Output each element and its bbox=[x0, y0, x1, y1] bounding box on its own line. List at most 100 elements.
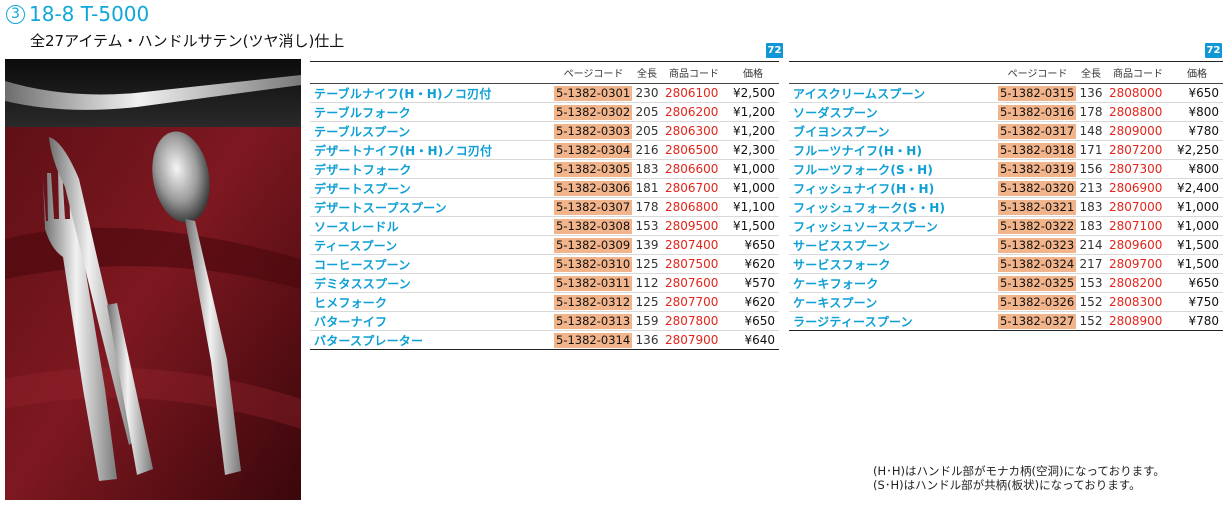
length: 178 bbox=[633, 197, 661, 217]
page-code-value: 5-1382-0306 bbox=[554, 180, 633, 196]
page-tag-right: 72 bbox=[1205, 43, 1222, 58]
page-code-value: 5-1382-0316 bbox=[998, 104, 1077, 120]
note-sh: (S･H)はハンドル部が共柄(板状)になっております。 bbox=[873, 478, 1141, 492]
length: 152 bbox=[1077, 311, 1105, 331]
item-name: ヒメフォーク bbox=[310, 292, 554, 312]
item-name: ブイヨンスプーン bbox=[789, 121, 998, 141]
item-name: ティースプーン bbox=[310, 235, 554, 255]
page-code: 5-1382-0305 bbox=[554, 159, 633, 179]
price: ¥570 bbox=[727, 273, 779, 293]
length: 148 bbox=[1077, 121, 1105, 141]
item-name: ソースレードル bbox=[310, 216, 554, 236]
item-name: デミタススプーン bbox=[310, 273, 554, 293]
page-code-value: 5-1382-0305 bbox=[554, 161, 633, 177]
page-code: 5-1382-0313 bbox=[554, 311, 633, 331]
page-code: 5-1382-0319 bbox=[998, 159, 1077, 179]
table-row: デザートナイフ(H・H)ノコ刃付 5-1382-0304 216 2806500 ¥2,… bbox=[310, 140, 779, 160]
product-code: 2808000 bbox=[1105, 83, 1171, 103]
price: ¥650 bbox=[1171, 83, 1223, 103]
product-code: 2807700 bbox=[661, 292, 727, 312]
table-row: サービススプーン 5-1382-0323 214 2809600 ¥1,500 bbox=[789, 235, 1223, 255]
table-row: ブイヨンスプーン 5-1382-0317 148 2809000 ¥780 bbox=[789, 121, 1223, 141]
price: ¥800 bbox=[1171, 159, 1223, 179]
price: ¥1,500 bbox=[727, 216, 779, 236]
item-name: ソーダスプーン bbox=[789, 102, 998, 122]
col-product-code: 商品コード bbox=[661, 61, 727, 84]
page-code: 5-1382-0316 bbox=[998, 102, 1077, 122]
product-table-left: ページコード 全長 商品コード 価格 テーブルナイフ(H・H)ノコ刃付 5-138… bbox=[310, 61, 779, 350]
item-name: テーブルスプーン bbox=[310, 121, 554, 141]
product-code: 2809500 bbox=[661, 216, 727, 236]
page-code: 5-1382-0321 bbox=[998, 197, 1077, 217]
table-row: ケーキフォーク 5-1382-0325 153 2808200 ¥650 bbox=[789, 273, 1223, 293]
col-length: 全長 bbox=[1077, 61, 1105, 84]
item-name: デザートスープスプーン bbox=[310, 197, 554, 217]
page-code-value: 5-1382-0319 bbox=[998, 161, 1077, 177]
table-row: フルーツナイフ(H・H) 5-1382-0318 171 2807200 ¥2,250 bbox=[789, 140, 1223, 160]
product-code: 2806800 bbox=[661, 197, 727, 217]
product-code: 2807200 bbox=[1105, 140, 1171, 160]
table-row: フィッシュフォーク(S・H) 5-1382-0321 183 2807000 ¥1,00… bbox=[789, 197, 1223, 217]
price: ¥2,250 bbox=[1171, 140, 1223, 160]
page-code: 5-1382-0315 bbox=[998, 83, 1077, 103]
price: ¥620 bbox=[727, 254, 779, 274]
product-code: 2806200 bbox=[661, 102, 727, 122]
product-code: 2808800 bbox=[1105, 102, 1171, 122]
page-code-value: 5-1382-0303 bbox=[554, 123, 633, 139]
length: 153 bbox=[633, 216, 661, 236]
table-row: フィッシュソーススプーン 5-1382-0322 183 2807100 ¥1,000 bbox=[789, 216, 1223, 236]
circled-number: 3 bbox=[6, 4, 25, 24]
item-name: フィッシュフォーク(S・H) bbox=[789, 197, 998, 217]
length: 125 bbox=[633, 254, 661, 274]
page-code-value: 5-1382-0327 bbox=[998, 313, 1077, 329]
page-code: 5-1382-0303 bbox=[554, 121, 633, 141]
page-code: 5-1382-0320 bbox=[998, 178, 1077, 198]
item-name: コーヒースプーン bbox=[310, 254, 554, 274]
col-product-code: 商品コード bbox=[1105, 61, 1171, 84]
page-code: 5-1382-0307 bbox=[554, 197, 633, 217]
product-code: 2809700 bbox=[1105, 254, 1171, 274]
item-name: アイスクリームスプーン bbox=[789, 83, 998, 103]
price: ¥640 bbox=[727, 330, 779, 350]
page-code-value: 5-1382-0312 bbox=[554, 294, 633, 310]
price: ¥2,500 bbox=[727, 83, 779, 103]
length: 125 bbox=[633, 292, 661, 312]
page-code-value: 5-1382-0321 bbox=[998, 199, 1077, 215]
price: ¥1,000 bbox=[727, 159, 779, 179]
price: ¥1,100 bbox=[727, 197, 779, 217]
price: ¥1,000 bbox=[727, 178, 779, 198]
price: ¥1,200 bbox=[727, 121, 779, 141]
table-row: テーブルフォーク 5-1382-0302 205 2806200 ¥1,200 bbox=[310, 102, 779, 122]
page-code-value: 5-1382-0309 bbox=[554, 237, 633, 253]
notes: (H･H)はハンドル部がモナカ柄(空洞)になっております。 (S･H)はハンドル… bbox=[873, 464, 1165, 492]
page-code-value: 5-1382-0320 bbox=[998, 180, 1077, 196]
item-name: フィッシュソーススプーン bbox=[789, 216, 998, 236]
table-row: テーブルナイフ(H・H)ノコ刃付 5-1382-0301 230 2806100 ¥2,… bbox=[310, 83, 779, 103]
item-name: ケーキフォーク bbox=[789, 273, 998, 293]
item-name: フルーツナイフ(H・H) bbox=[789, 140, 998, 160]
price: ¥650 bbox=[1171, 273, 1223, 293]
page-code-value: 5-1382-0315 bbox=[998, 85, 1077, 101]
page-title: 3 18-8 T-5000 bbox=[6, 2, 149, 26]
page-code-value: 5-1382-0318 bbox=[998, 142, 1077, 158]
page-code: 5-1382-0326 bbox=[998, 292, 1077, 312]
cutlery-illustration bbox=[5, 59, 301, 500]
table-row: ラージティースプーン 5-1382-0327 152 2808900 ¥780 bbox=[789, 311, 1223, 331]
table-row: バタースプレーター 5-1382-0314 136 2807900 ¥640 bbox=[310, 330, 779, 350]
table-row: ソーダスプーン 5-1382-0316 178 2808800 ¥800 bbox=[789, 102, 1223, 122]
page-code: 5-1382-0318 bbox=[998, 140, 1077, 160]
page-code-value: 5-1382-0310 bbox=[554, 256, 633, 272]
page-code: 5-1382-0304 bbox=[554, 140, 633, 160]
price: ¥1,200 bbox=[727, 102, 779, 122]
product-code: 2806300 bbox=[661, 121, 727, 141]
product-code: 2807900 bbox=[661, 330, 727, 350]
page-code-value: 5-1382-0323 bbox=[998, 237, 1077, 253]
page-code: 5-1382-0310 bbox=[554, 254, 633, 274]
length: 216 bbox=[633, 140, 661, 160]
length: 156 bbox=[1077, 159, 1105, 179]
page-code: 5-1382-0314 bbox=[554, 330, 633, 350]
price: ¥1,000 bbox=[1171, 216, 1223, 236]
price: ¥1,000 bbox=[1171, 197, 1223, 217]
length: 152 bbox=[1077, 292, 1105, 312]
table-row: テーブルスプーン 5-1382-0303 205 2806300 ¥1,200 bbox=[310, 121, 779, 141]
